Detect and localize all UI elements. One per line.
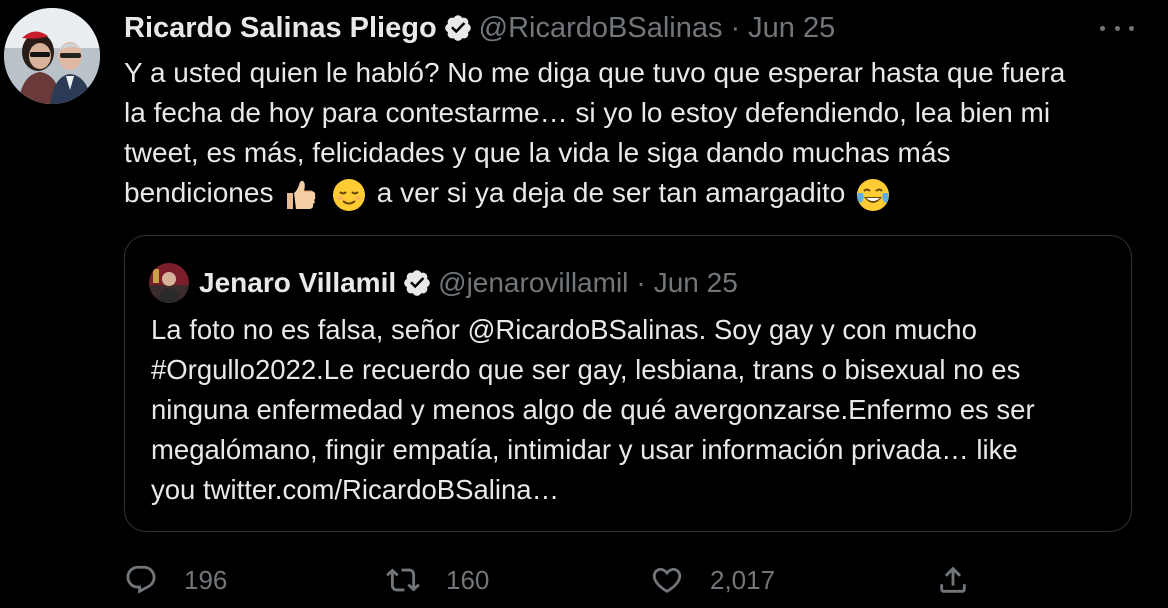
tweet-text-line: Y a usted quien le habló? No me diga que… bbox=[124, 57, 1066, 88]
tweet-date[interactable]: Jun 25 bbox=[748, 12, 835, 45]
share-icon bbox=[940, 566, 966, 593]
tweet-text-segment: a ver si ya deja de ser tan amargadito bbox=[376, 177, 846, 208]
quoted-tweet[interactable]: Jenaro Villamil @jenarovillamil · Jun 25… bbox=[124, 235, 1132, 532]
author-name[interactable]: Ricardo Salinas Pliego bbox=[124, 12, 437, 45]
quoted-text-line: megalómano, fingir empatía, intimidar y … bbox=[151, 434, 1018, 465]
quoted-date[interactable]: Jun 25 bbox=[654, 267, 738, 299]
more-options-icon[interactable] bbox=[1100, 16, 1134, 40]
share-button[interactable] bbox=[936, 560, 970, 600]
tweet-text: Y a usted quien le habló? No me diga que… bbox=[124, 53, 1134, 213]
author-handle[interactable]: @RicardoBSalinas bbox=[479, 12, 723, 45]
tweet-text-line-last: bendiciones a ver si ya deja de ser tan … bbox=[124, 173, 1134, 213]
tweet-text-line: tweet, es más, felicidades y que la vida… bbox=[124, 137, 951, 168]
reply-count: 196 bbox=[184, 564, 228, 595]
quoted-text: La foto no es falsa, señor @RicardoBSali… bbox=[151, 310, 1111, 510]
reply-button[interactable]: 196 bbox=[124, 560, 227, 600]
verified-badge-icon bbox=[402, 268, 432, 298]
tweet-text-line: la fecha de hoy para contestarme… si yo … bbox=[124, 97, 1051, 128]
quoted-author-handle[interactable]: @jenarovillamil bbox=[438, 267, 628, 299]
heart-icon bbox=[652, 567, 682, 593]
tweet-header: Ricardo Salinas Pliego @RicardoBSalinas … bbox=[124, 10, 835, 46]
thumbs-up-emoji bbox=[283, 177, 319, 213]
tweet[interactable]: Ricardo Salinas Pliego @RicardoBSalinas … bbox=[0, 0, 1168, 608]
retweet-button[interactable]: 160 bbox=[386, 560, 489, 600]
quoted-header-separator: · bbox=[636, 267, 646, 298]
tweet-actions: 196 160 2,017 bbox=[124, 560, 984, 600]
relieved-face-emoji bbox=[331, 177, 367, 213]
header-separator: · bbox=[730, 11, 741, 44]
quoted-author-avatar[interactable] bbox=[149, 263, 189, 303]
author-avatar[interactable] bbox=[4, 8, 100, 104]
reply-icon bbox=[126, 565, 156, 594]
quoted-text-line: you twitter.com/RicardoBSalina… bbox=[151, 474, 560, 505]
quoted-text-line: La foto no es falsa, señor @RicardoBSali… bbox=[151, 314, 977, 345]
retweet-icon bbox=[386, 568, 420, 592]
like-button[interactable]: 2,017 bbox=[650, 560, 775, 600]
quoted-header: Jenaro Villamil @jenarovillamil · Jun 25 bbox=[199, 265, 738, 301]
like-count: 2,017 bbox=[710, 564, 776, 595]
verified-badge-icon bbox=[443, 13, 473, 43]
quoted-author-name[interactable]: Jenaro Villamil bbox=[199, 267, 396, 299]
quoted-text-line: ninguna enfermedad y menos algo de qué a… bbox=[151, 394, 1035, 425]
quoted-text-line: #Orgullo2022.Le recuerdo que ser gay, le… bbox=[151, 354, 1021, 385]
retweet-count: 160 bbox=[446, 564, 490, 595]
tears-of-joy-emoji bbox=[855, 177, 891, 213]
tweet-text-segment: bendiciones bbox=[124, 177, 274, 208]
